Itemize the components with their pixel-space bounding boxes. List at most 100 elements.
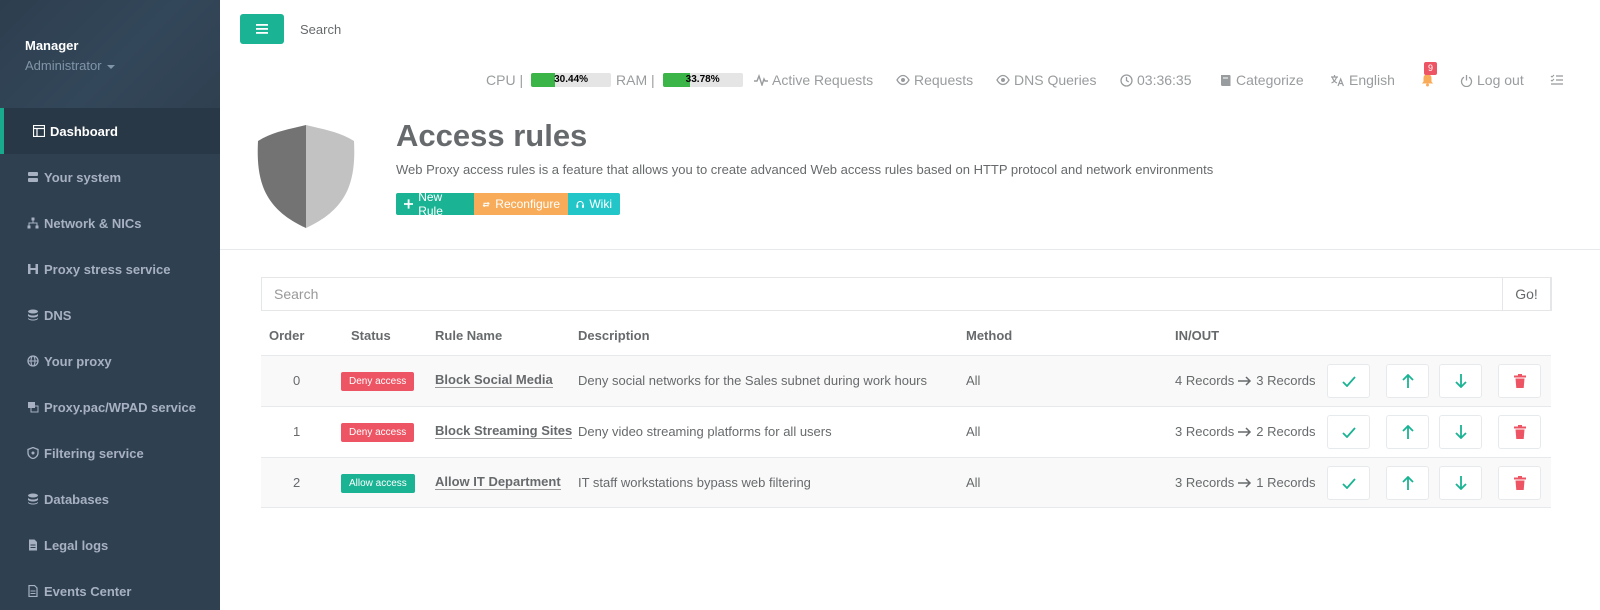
- table-row: 1 Deny access Block Streaming Sites Deny…: [261, 406, 1551, 457]
- arrow-up-icon: [1401, 374, 1414, 388]
- arrow-up-icon: [1401, 476, 1414, 490]
- dashboard-icon: [31, 123, 47, 139]
- top-search-input[interactable]: [300, 14, 600, 44]
- trash-icon: [1513, 425, 1526, 439]
- eye-icon: [896, 74, 910, 86]
- sidebar-item-network[interactable]: Network & NICs: [0, 200, 220, 246]
- logout-link[interactable]: Log out: [1460, 68, 1524, 92]
- enable-rule-button[interactable]: [1327, 466, 1370, 500]
- sidebar-item-proxy-stress[interactable]: Proxy stress service: [0, 246, 220, 292]
- ram-value: 33.78%: [685, 74, 720, 85]
- table-row: 0 Deny access Block Social Media Deny so…: [261, 355, 1551, 406]
- out-records: 2 Records: [1256, 424, 1316, 439]
- out-records: 3 Records: [1256, 373, 1316, 388]
- page-title: Access rules: [396, 118, 588, 153]
- trash-icon: [1513, 476, 1526, 490]
- column-header-order[interactable]: Order: [269, 328, 304, 343]
- database-icon: [25, 307, 41, 323]
- column-header-method[interactable]: Method: [966, 328, 1012, 343]
- column-header-description[interactable]: Description: [578, 328, 650, 343]
- cpu-label: CPU |: [486, 72, 524, 88]
- wiki-button[interactable]: Wiki: [568, 193, 620, 215]
- sidebar-item-label: DNS: [44, 307, 72, 323]
- pulse-icon: [754, 74, 768, 86]
- sidebar-item-your-system[interactable]: Your system: [0, 154, 220, 200]
- arrow-down-icon: [1454, 374, 1467, 388]
- rule-name-link[interactable]: Allow IT Department: [435, 475, 561, 490]
- language-label: English: [1349, 72, 1395, 88]
- out-records: 1 Records: [1256, 475, 1316, 490]
- categorize-link[interactable]: Categorize: [1220, 68, 1304, 92]
- column-header-rule-name[interactable]: Rule Name: [435, 328, 502, 343]
- delete-rule-button[interactable]: [1498, 415, 1541, 449]
- database-icon: [25, 491, 41, 507]
- dns-queries-link[interactable]: DNS Queries: [996, 68, 1096, 92]
- notifications-badge: 9: [1424, 62, 1438, 75]
- check-icon: [1341, 477, 1356, 489]
- translate-icon: [1331, 74, 1344, 86]
- headset-icon: [576, 200, 584, 208]
- rule-name-link[interactable]: Block Streaming Sites: [435, 424, 573, 439]
- tasks-menu-button[interactable]: [1550, 68, 1564, 92]
- network-icon: [25, 215, 41, 231]
- check-icon: [1341, 426, 1356, 438]
- search-go-button[interactable]: Go!: [1502, 277, 1551, 311]
- new-rule-button[interactable]: New Rule: [396, 190, 474, 218]
- move-up-button[interactable]: [1386, 364, 1429, 398]
- clock-value: 03:36:35: [1137, 72, 1192, 88]
- user-name: Manager: [25, 38, 79, 53]
- delete-rule-button[interactable]: [1498, 466, 1541, 500]
- sidebar-item-databases[interactable]: Databases: [0, 476, 220, 522]
- arrow-down-icon: [1454, 476, 1467, 490]
- rule-in-out: 4 Records 3 Records: [1175, 373, 1316, 388]
- rule-in-out: 3 Records 2 Records: [1175, 424, 1316, 439]
- cpu-value: 30.44%: [554, 74, 589, 85]
- sidebar-item-label: Legal logs: [44, 537, 109, 553]
- active-requests-link[interactable]: Active Requests: [754, 68, 873, 92]
- move-up-button[interactable]: [1386, 466, 1429, 500]
- move-down-button[interactable]: [1439, 415, 1482, 449]
- move-up-button[interactable]: [1386, 415, 1429, 449]
- requests-link[interactable]: Requests: [896, 68, 973, 92]
- shield-icon: [25, 445, 41, 461]
- move-down-button[interactable]: [1439, 466, 1482, 500]
- sidebar-item-label: Proxy stress service: [44, 261, 171, 277]
- rule-in-out: 3 Records 1 Records: [1175, 475, 1316, 490]
- sidebar-item-proxy-pac[interactable]: Proxy.pac/WPAD service: [0, 384, 220, 430]
- sidebar-item-filtering[interactable]: Filtering service: [0, 430, 220, 476]
- header-shield-icon: [256, 123, 356, 230]
- in-records: 3 Records: [1175, 475, 1235, 490]
- sidebar-item-events-center[interactable]: Events Center: [0, 568, 220, 610]
- status-badge: Deny access: [341, 423, 415, 442]
- reconfigure-button[interactable]: Reconfigure: [474, 193, 568, 215]
- menu-toggle-button[interactable]: [240, 14, 284, 44]
- bell-icon: [1422, 74, 1433, 87]
- column-header-status[interactable]: Status: [351, 328, 391, 343]
- rule-name-link[interactable]: Block Social Media: [435, 373, 553, 388]
- arrow-right-icon: [1238, 375, 1252, 386]
- rules-search-input[interactable]: [261, 277, 1552, 311]
- enable-rule-button[interactable]: [1327, 364, 1370, 398]
- plus-icon: [404, 199, 414, 209]
- column-header-in-out[interactable]: IN/OUT: [1175, 328, 1219, 343]
- sidebar-item-legal-logs[interactable]: Legal logs: [0, 522, 220, 568]
- move-down-button[interactable]: [1439, 364, 1482, 398]
- logout-label: Log out: [1477, 72, 1524, 88]
- row-order: 0: [293, 373, 301, 388]
- language-selector[interactable]: English: [1330, 68, 1395, 92]
- enable-rule-button[interactable]: [1327, 415, 1370, 449]
- sidebar-item-label: Events Center: [44, 583, 132, 599]
- rule-method: All: [966, 424, 981, 439]
- table-row: 2 Allow access Allow IT Department IT st…: [261, 457, 1551, 508]
- server-icon: [25, 169, 41, 185]
- sidebar-item-label: Filtering service: [44, 445, 144, 461]
- sidebar-item-label: Your system: [44, 169, 122, 185]
- arrow-up-icon: [1401, 425, 1414, 439]
- sidebar-item-your-proxy[interactable]: Your proxy: [0, 338, 220, 384]
- sidebar-item-dns[interactable]: DNS: [0, 292, 220, 338]
- delete-rule-button[interactable]: [1498, 364, 1541, 398]
- sidebar-item-label: Dashboard: [50, 123, 118, 139]
- cpu-bar: 30.44%: [531, 73, 612, 87]
- stress-icon: [25, 261, 41, 277]
- sidebar-item-dashboard[interactable]: Dashboard: [0, 108, 220, 154]
